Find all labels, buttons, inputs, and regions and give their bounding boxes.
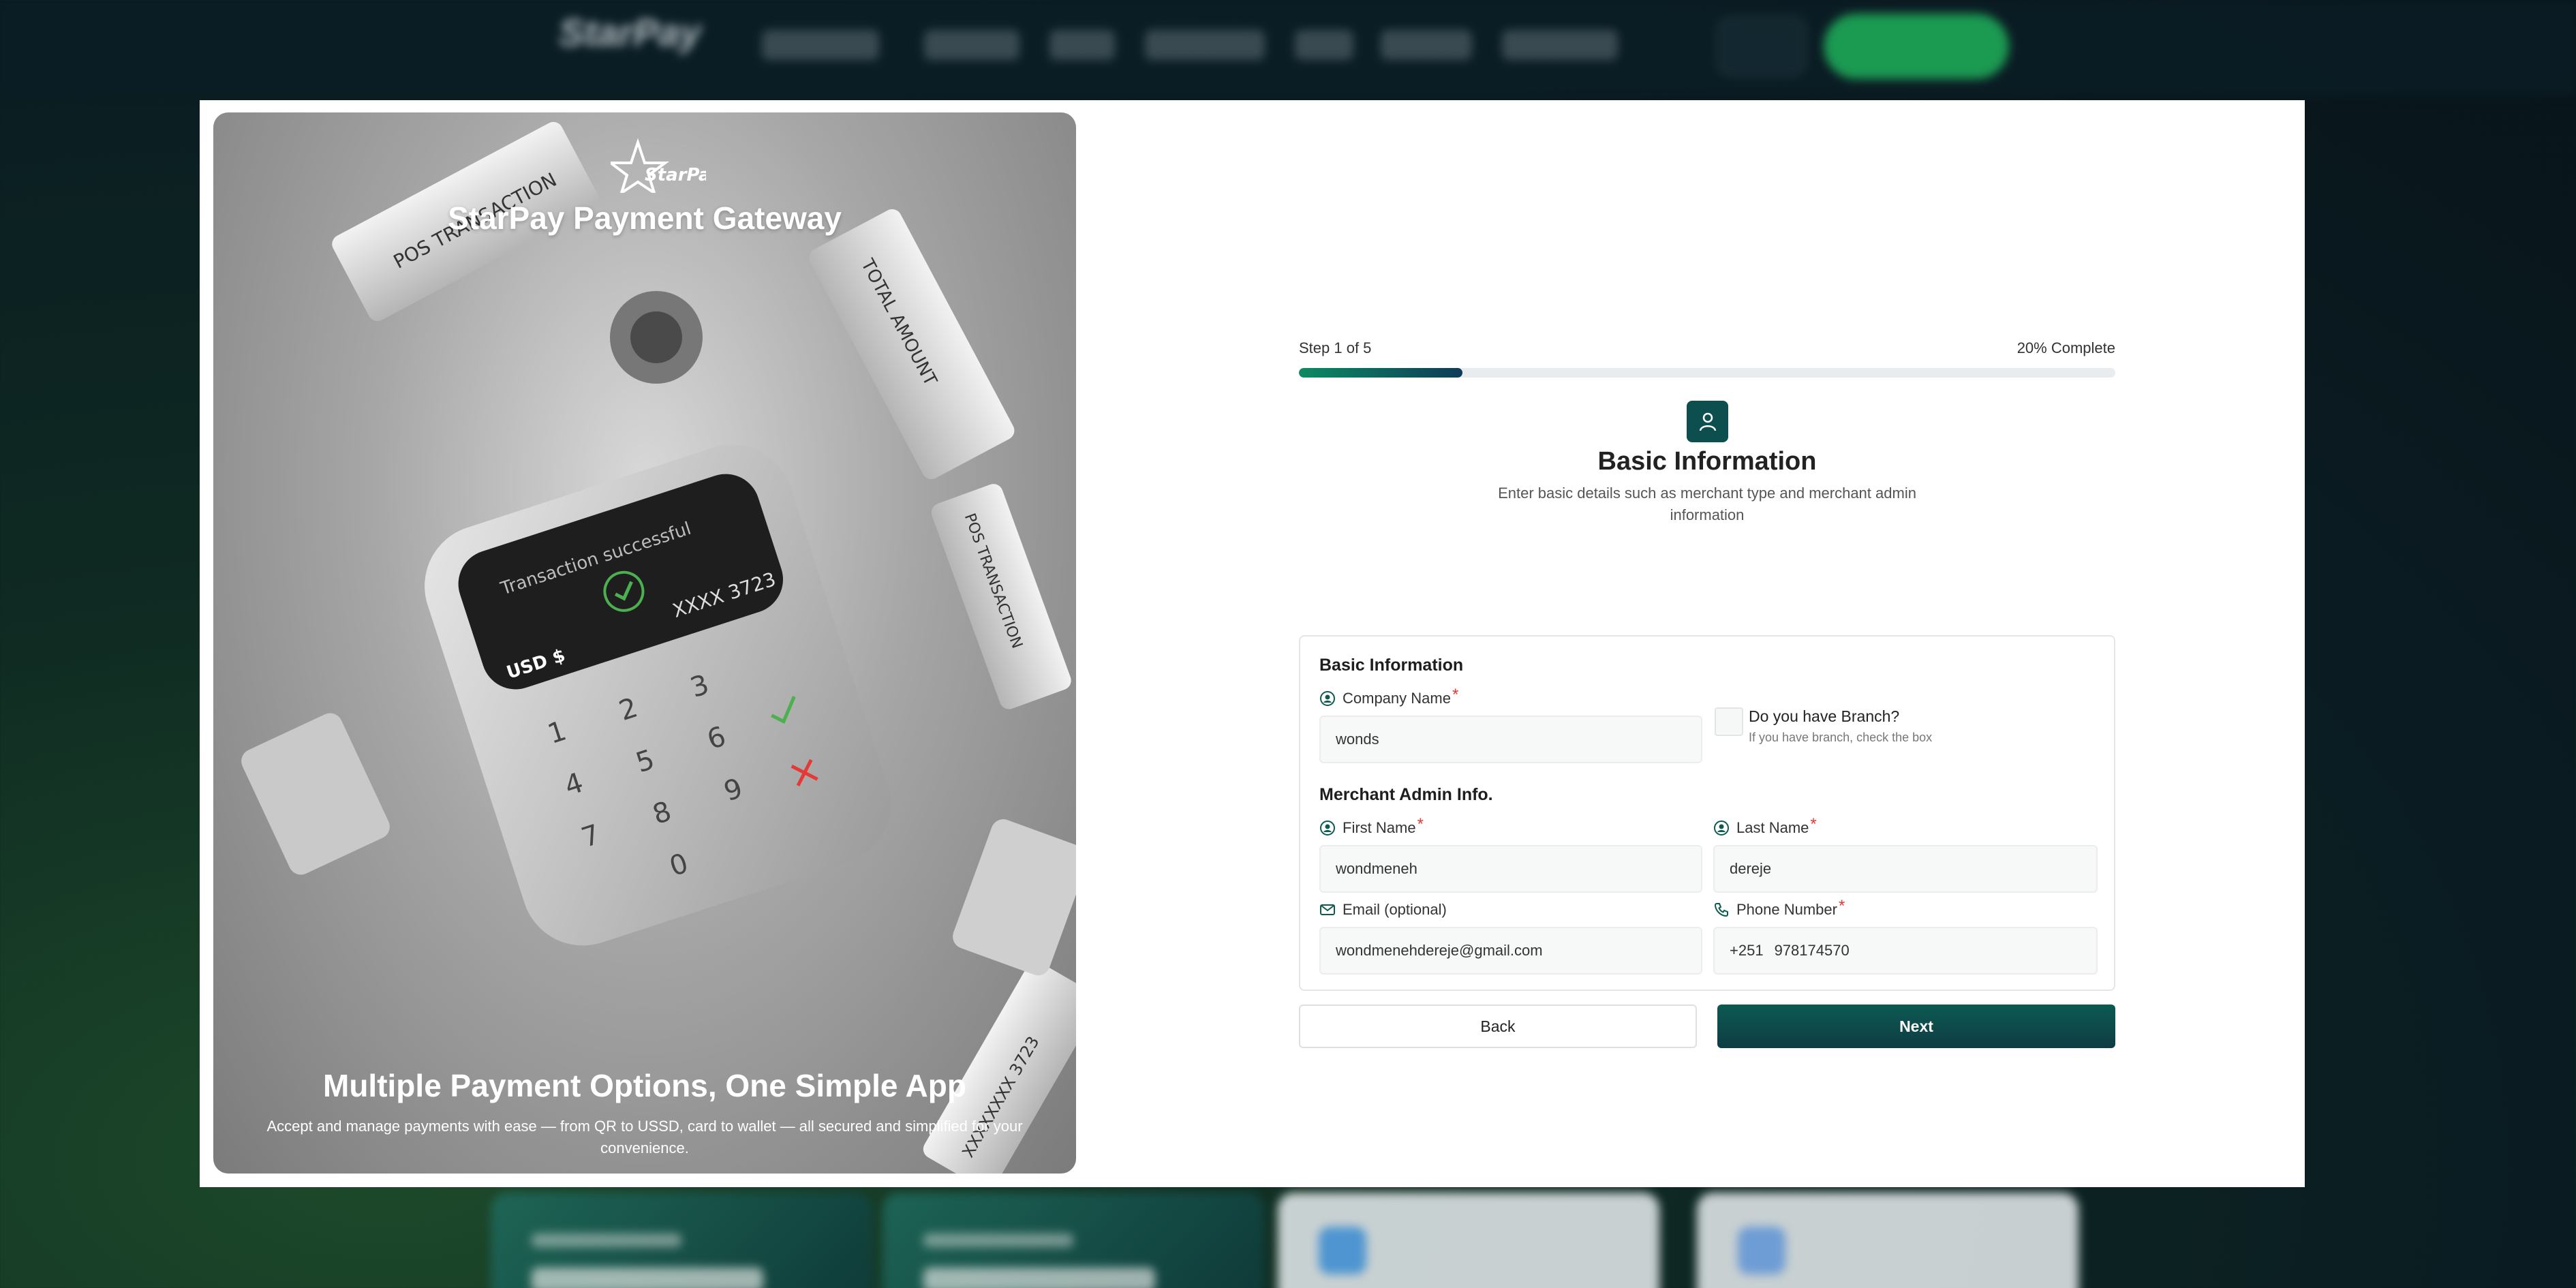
branch-question: Do you have Branch?	[1749, 707, 1900, 725]
phone-icon	[1714, 903, 1728, 917]
progress-fill	[1299, 368, 1462, 378]
background-nav-item	[1295, 30, 1353, 60]
background-nav-item	[1145, 30, 1265, 60]
has-branch-checkbox[interactable]	[1715, 707, 1743, 736]
section-title-admin: Merchant Admin Info.	[1319, 785, 1493, 804]
background-card	[491, 1193, 872, 1288]
back-button[interactable]: Back	[1299, 1005, 1697, 1048]
signup-modal: POS TRANSACTION TOTAL AMOUNT POS TRANSAC…	[200, 100, 2305, 1187]
required-marker: *	[1452, 686, 1459, 704]
first-name-label: First Name *	[1319, 815, 1424, 837]
company-name-label: Company Name *	[1319, 686, 1458, 707]
background-login-button	[1717, 17, 1806, 76]
background-nav-item	[1049, 30, 1115, 60]
last-name-label: Last Name *	[1713, 815, 1817, 837]
progress-bar	[1299, 368, 2115, 378]
required-marker: *	[1810, 815, 1817, 833]
background-card	[1278, 1193, 1659, 1288]
progress-header: Step 1 of 5 20% Complete	[1299, 339, 2115, 360]
company-name-input[interactable]: wonds	[1319, 716, 1702, 763]
phone-label: Phone Number *	[1713, 897, 1845, 919]
first-name-input[interactable]: wondmeneh	[1319, 845, 1702, 893]
user-icon	[1687, 401, 1728, 442]
user-circle-icon	[1714, 821, 1729, 835]
email-input[interactable]: wondmenehdereje@gmail.com	[1319, 927, 1702, 975]
starpay-logo: StarPay	[611, 138, 706, 193]
step-label: Step 1 of 5	[1299, 339, 1372, 356]
required-marker: *	[1417, 815, 1424, 833]
mail-icon	[1320, 904, 1335, 915]
registration-form: Step 1 of 5 20% Complete Basic Informati…	[1299, 339, 2115, 1048]
progress-percent: 20% Complete	[2017, 339, 2115, 356]
step-subtitle: Enter basic details such as merchant typ…	[1498, 485, 1916, 523]
background-nav-item	[762, 30, 879, 60]
background-nav-item	[1502, 30, 1618, 60]
background-card	[883, 1193, 1264, 1288]
user-circle-icon	[1320, 821, 1335, 835]
last-name-input[interactable]: dereje	[1713, 845, 2098, 893]
branch-hint: If you have branch, check the box	[1749, 731, 1933, 744]
form-card: Basic Information Company Name * wonds D…	[1299, 635, 2115, 991]
next-button[interactable]: Next	[1717, 1005, 2115, 1048]
background-card	[1697, 1193, 2079, 1288]
background-navbar: StarPay	[0, 0, 2576, 95]
promo-text: Accept and manage payments with ease — f…	[266, 1118, 1023, 1156]
user-circle-icon	[1320, 691, 1335, 706]
background-nav-item	[924, 30, 1019, 60]
background-logo: StarPay	[559, 11, 701, 54]
section-title-basic: Basic Information	[1319, 656, 1464, 675]
promo-title: Multiple Payment Options, One Simple App	[323, 1068, 966, 1103]
step-title: Basic Information	[1597, 447, 1817, 476]
phone-country-code[interactable]: +251	[1730, 942, 1764, 960]
email-label: Email (optional)	[1319, 901, 1447, 919]
brand-title: StarPay Payment Gateway	[448, 200, 842, 236]
background-cards	[436, 1172, 2126, 1288]
logo-wordmark: StarPay	[645, 165, 706, 185]
phone-number-value: 978174570	[1774, 942, 1850, 959]
background-nav-item	[1381, 30, 1472, 60]
promo-panel: POS TRANSACTION TOTAL AMOUNT POS TRANSAC…	[213, 112, 1076, 1174]
phone-input[interactable]: +251 978174570	[1713, 927, 2098, 975]
required-marker: *	[1838, 897, 1845, 915]
background-cta-button	[1824, 14, 2009, 79]
payment-terminal-illustration: POS TRANSACTION TOTAL AMOUNT POS TRANSAC…	[241, 121, 1076, 1174]
